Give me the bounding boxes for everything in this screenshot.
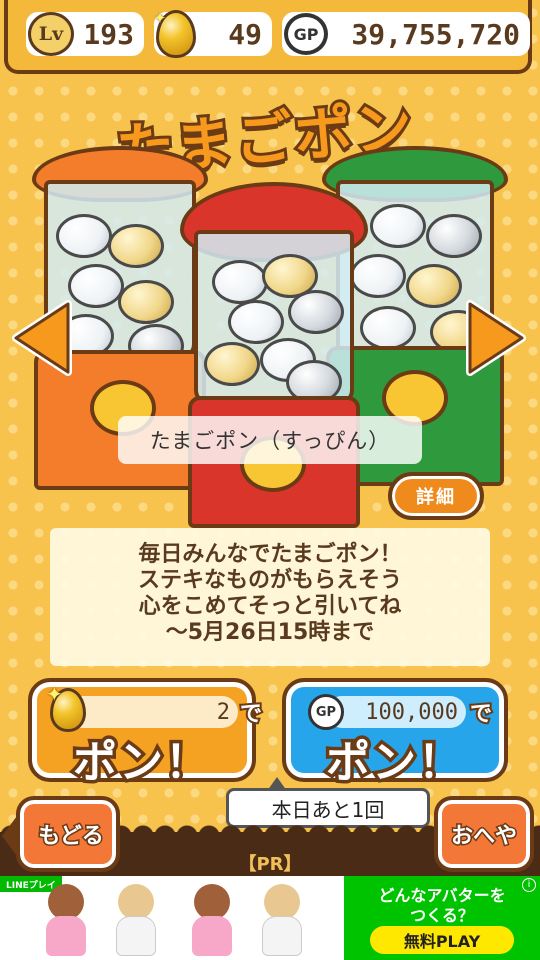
gp-coin-icon: GP bbox=[284, 13, 328, 55]
gp-coin-icon: GP bbox=[308, 694, 344, 730]
ad-title: どんなアバターを つくる？ bbox=[344, 886, 540, 926]
gp-cost-value: 100,000 bbox=[365, 699, 458, 725]
gp-value: 39,755,720 bbox=[351, 17, 520, 51]
gacha-machine-red[interactable] bbox=[176, 178, 372, 534]
description-deadline: 〜5月26日15時まで bbox=[165, 620, 375, 645]
pon-label: ポン！ bbox=[323, 734, 466, 792]
egg-cost-pill: 2 bbox=[66, 696, 238, 728]
gp-pon-button[interactable]: 100,000 GP で ポン！ bbox=[282, 678, 508, 792]
previous-arrow-button[interactable] bbox=[12, 300, 72, 376]
avatar-girl-icon bbox=[180, 884, 242, 958]
level-display: Lv 193 bbox=[26, 12, 144, 56]
gacha-name-label: たまごポン（すっぴん） bbox=[118, 416, 422, 464]
ad-banner-cta-area[interactable]: i どんなアバターを つくる？ 無料PLAY bbox=[344, 876, 540, 960]
detail-button[interactable]: 詳細 bbox=[388, 472, 484, 520]
room-button[interactable]: おへや bbox=[434, 796, 534, 872]
machine-glass bbox=[194, 230, 354, 406]
ad-title-line: つくる？ bbox=[410, 906, 474, 925]
description-line: ステキなものがもらえそう bbox=[137, 568, 402, 593]
gp-display: GP 39,755,720 bbox=[282, 12, 530, 56]
description-line: 毎日みんなでたまごポン！ bbox=[138, 542, 402, 567]
ad-play-button[interactable]: 無料PLAY bbox=[370, 926, 514, 954]
avatar-boy-icon bbox=[250, 884, 312, 958]
sparkle-icon: ✦ bbox=[154, 4, 167, 28]
arrow-right-icon bbox=[466, 300, 526, 376]
de-label: で bbox=[468, 700, 494, 729]
back-button[interactable]: もどる bbox=[2, 796, 120, 872]
description-line: 心をこめてそっと引いてね bbox=[138, 594, 402, 619]
next-arrow-button[interactable] bbox=[466, 300, 526, 376]
ad-banner-image[interactable]: LINEプレイ bbox=[0, 876, 344, 960]
pon-label: ポン！ bbox=[70, 734, 213, 792]
status-bar: Lv 193 ✦ 49 GP 39,755,720 bbox=[4, 0, 532, 74]
de-label: で bbox=[238, 700, 264, 729]
avatar-girl-icon bbox=[34, 884, 96, 958]
egg-count-display: ✦ 49 bbox=[154, 4, 272, 58]
level-badge-icon: Lv bbox=[28, 12, 74, 56]
sparkle-icon: ✦ bbox=[46, 682, 63, 706]
egg-pon-button[interactable]: 2 ✦ で ポン！ bbox=[28, 678, 264, 792]
gp-cost-pill: 100,000 bbox=[326, 696, 466, 728]
egg-count-value: 49 bbox=[228, 17, 262, 51]
egg-cost-value: 2 bbox=[216, 699, 230, 725]
gacha-description: 毎日みんなでたまごポン！ ステキなものがもらえそう 心をこめてそっと引いてね 〜… bbox=[50, 528, 490, 666]
arrow-left-icon bbox=[12, 300, 72, 376]
level-value: 193 bbox=[83, 17, 134, 51]
avatar-boy-icon bbox=[104, 884, 166, 958]
ad-title-line: どんなアバターを bbox=[378, 886, 506, 905]
